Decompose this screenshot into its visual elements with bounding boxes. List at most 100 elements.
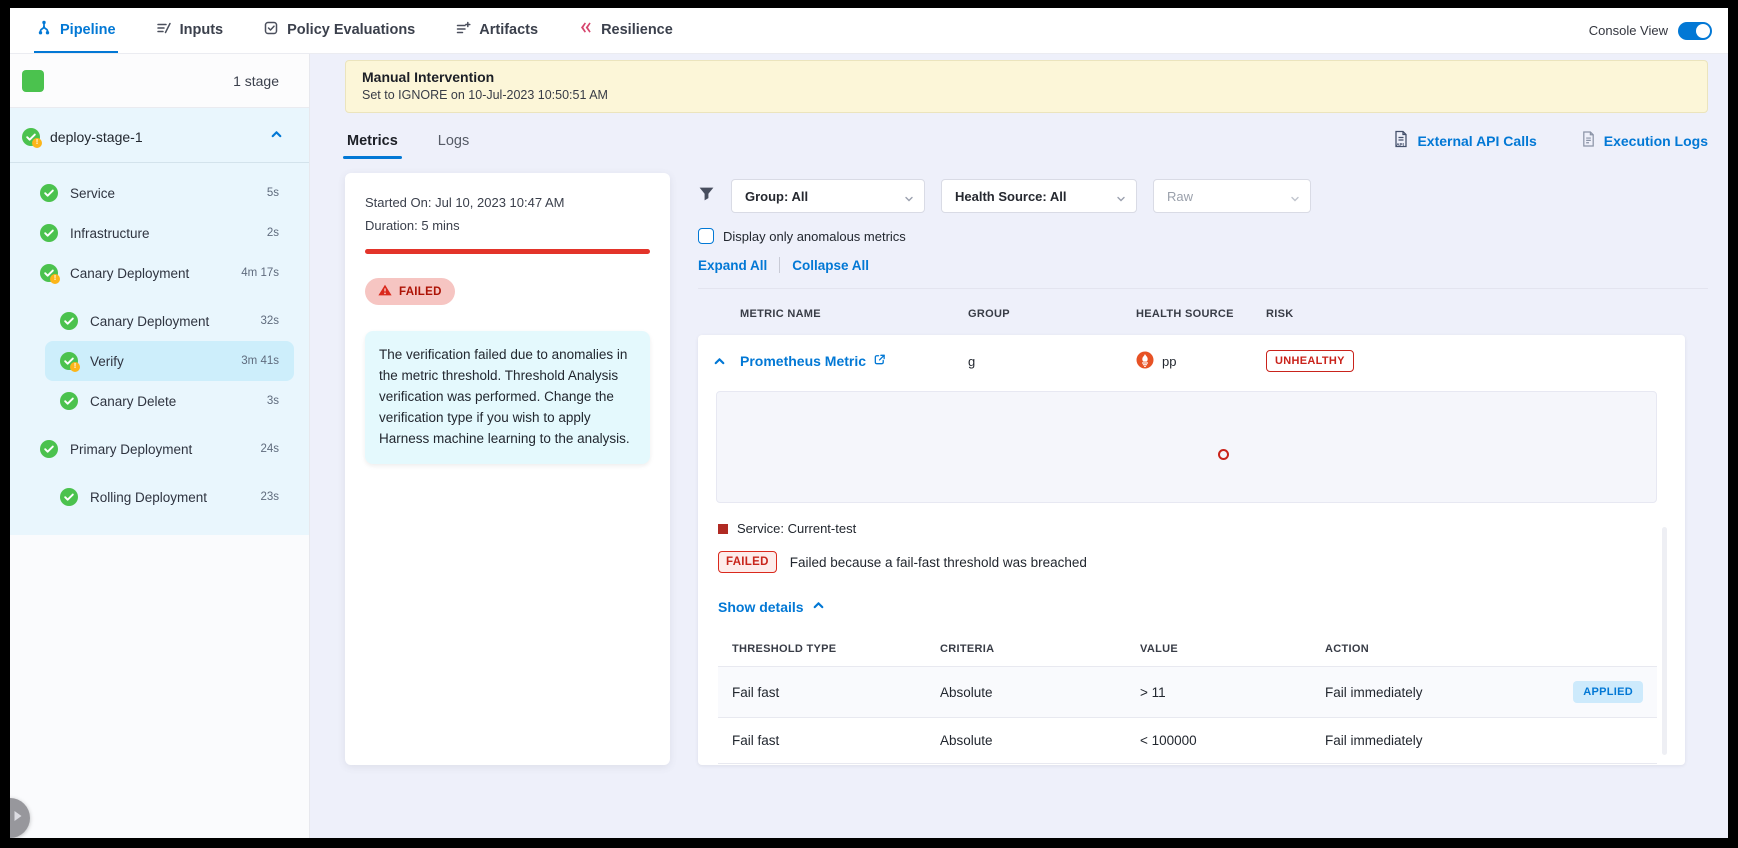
filter-row: Group: All Health Source: All Raw	[698, 179, 1708, 213]
top-nav: Pipeline Inputs Policy Evaluations Artif…	[10, 8, 1728, 54]
console-view-toggle[interactable]	[1678, 22, 1712, 40]
tab-artifacts[interactable]: Artifacts	[453, 8, 540, 53]
expand-collapse-row: Expand All Collapse All	[698, 257, 1708, 273]
stage-row-deploy-stage-1[interactable]: ! deploy-stage-1	[10, 108, 309, 162]
applied-badge: APPLIED	[1573, 681, 1643, 703]
metrics-table-header: METRIC NAME GROUP HEALTH SOURCE RISK	[698, 289, 1708, 333]
chevron-down-icon	[1116, 192, 1126, 207]
warning-badge-icon: !	[70, 362, 80, 372]
collapse-all-link[interactable]: Collapse All	[792, 258, 869, 273]
tab-resilience[interactable]: Resilience	[576, 8, 675, 53]
tab-policy-evaluations[interactable]: Policy Evaluations	[261, 8, 417, 53]
divider	[779, 257, 780, 273]
health-source-value: pp	[1162, 354, 1176, 369]
verification-summary-card: Started On: Jul 10, 2023 10:47 AM Durati…	[345, 173, 670, 765]
group-filter-select[interactable]: Group: All	[731, 179, 925, 213]
metric-chart	[716, 391, 1657, 503]
anomalous-metrics-checkbox[interactable]	[698, 228, 714, 244]
duration: Duration: 5 mins	[365, 218, 650, 233]
success-warning-icon: !	[60, 352, 78, 370]
chart-legend: Service: Current-test	[718, 521, 1657, 536]
execution-logs-link[interactable]: Execution Logs	[1581, 130, 1708, 151]
warning-badge-icon: !	[50, 274, 60, 284]
success-icon	[60, 488, 78, 506]
inputs-icon	[156, 20, 172, 40]
success-icon	[40, 184, 58, 202]
app-window: Pipeline Inputs Policy Evaluations Artif…	[10, 8, 1728, 838]
success-warning-icon: !	[22, 128, 40, 146]
metrics-panel: Group: All Health Source: All Raw	[698, 173, 1708, 765]
api-document-icon: API	[1393, 130, 1409, 151]
banner-title: Manual Intervention	[362, 69, 1691, 85]
chevron-up-icon[interactable]	[270, 128, 283, 146]
tab-label: Pipeline	[60, 22, 116, 38]
step-canary-deployment-group[interactable]: ! Canary Deployment 4m 17s	[10, 253, 309, 293]
resilience-icon	[578, 20, 593, 39]
success-warning-icon: !	[40, 264, 58, 282]
manual-intervention-banner: Manual Intervention Set to IGNORE on 10-…	[345, 60, 1708, 113]
console-view-label: Console View	[1589, 23, 1668, 38]
step-rolling-deployment[interactable]: Rolling Deployment 23s	[10, 477, 309, 517]
thresholds-table-header: THRESHOLD TYPE CRITERIA VALUE ACTION	[718, 633, 1657, 667]
health-source-filter-select[interactable]: Health Source: All	[941, 179, 1137, 213]
failed-outline-badge: FAILED	[718, 551, 777, 573]
step-canary-deployment[interactable]: Canary Deployment 32s	[10, 301, 309, 341]
execution-sidebar: 1 stage ! deploy-stage-1 Service 5	[10, 54, 310, 838]
stage-status-square-icon[interactable]	[22, 70, 44, 92]
step-verify-selected[interactable]: ! Verify 3m 41s	[45, 341, 294, 381]
anomalous-filter-row: Display only anomalous metrics	[698, 228, 1708, 244]
success-icon	[40, 224, 58, 242]
fail-reason-text: Failed because a fail-fast threshold was…	[790, 555, 1087, 570]
success-icon	[60, 392, 78, 410]
banner-subtitle: Set to IGNORE on 10-Jul-2023 10:50:51 AM	[362, 88, 1691, 102]
prometheus-icon	[1136, 351, 1154, 372]
filter-icon[interactable]	[698, 185, 715, 207]
warning-triangle-icon	[378, 284, 392, 299]
legend-square-icon	[718, 524, 728, 534]
artifacts-icon	[455, 20, 471, 40]
tab-label: Artifacts	[479, 22, 538, 38]
external-link-icon	[873, 353, 886, 369]
metrics-logs-tabs: Metrics Logs API External API Calls Exec…	[345, 125, 1708, 159]
chevron-down-icon	[904, 192, 914, 207]
tab-label: Policy Evaluations	[287, 22, 415, 38]
tab-inputs[interactable]: Inputs	[154, 8, 226, 53]
show-details-link[interactable]: Show details	[718, 599, 825, 615]
raw-filter-select[interactable]: Raw	[1153, 179, 1311, 213]
health-source-cell: pp	[1136, 351, 1266, 372]
collapse-row-chevron-up-icon[interactable]	[698, 355, 740, 368]
tab-logs[interactable]: Logs	[436, 133, 471, 159]
tab-metrics[interactable]: Metrics	[345, 133, 400, 159]
step-service[interactable]: Service 5s	[10, 173, 309, 213]
policy-check-icon	[263, 20, 279, 40]
threshold-row: Fail fast Absolute < 100000 Fail immedia…	[718, 718, 1657, 764]
risk-badge-unhealthy: UNHEALTHY	[1266, 350, 1354, 372]
vertical-scrollbar[interactable]	[1662, 527, 1667, 755]
chevron-down-icon	[1290, 192, 1300, 207]
stage-tree: ! deploy-stage-1 Service 5s Infrastructu…	[10, 108, 309, 535]
metric-card: Prometheus Metric g pp UNHEALTHY	[698, 335, 1685, 765]
success-icon	[40, 440, 58, 458]
tab-pipeline[interactable]: Pipeline	[34, 8, 118, 53]
metric-group-value: g	[968, 354, 1136, 369]
metric-row-prometheus[interactable]: Prometheus Metric g pp UNHEALTHY	[698, 335, 1685, 387]
legend-label: Service: Current-test	[737, 521, 856, 536]
step-canary-delete[interactable]: Canary Delete 3s	[10, 381, 309, 421]
main-panel: Manual Intervention Set to IGNORE on 10-…	[310, 54, 1728, 838]
stage-name: deploy-stage-1	[50, 129, 260, 145]
step-primary-deployment[interactable]: Primary Deployment 24s	[10, 429, 309, 469]
threshold-row: Fail fast Absolute > 11 Fail immediately…	[718, 667, 1657, 718]
anomalous-data-point[interactable]	[1218, 449, 1229, 460]
verification-message: The verification failed due to anomalies…	[365, 331, 650, 464]
started-on: Started On: Jul 10, 2023 10:47 AM	[365, 195, 650, 210]
success-icon	[60, 312, 78, 330]
sidebar-header: 1 stage	[10, 54, 309, 108]
step-infrastructure[interactable]: Infrastructure 2s	[10, 213, 309, 253]
expand-all-link[interactable]: Expand All	[698, 258, 767, 273]
stage-count: 1 stage	[233, 73, 279, 89]
anomalous-checkbox-label: Display only anomalous metrics	[723, 229, 906, 244]
svg-text:API: API	[1397, 142, 1405, 147]
external-api-calls-link[interactable]: API External API Calls	[1393, 130, 1536, 151]
tab-label: Inputs	[180, 22, 224, 38]
metric-name-link[interactable]: Prometheus Metric	[740, 353, 968, 369]
